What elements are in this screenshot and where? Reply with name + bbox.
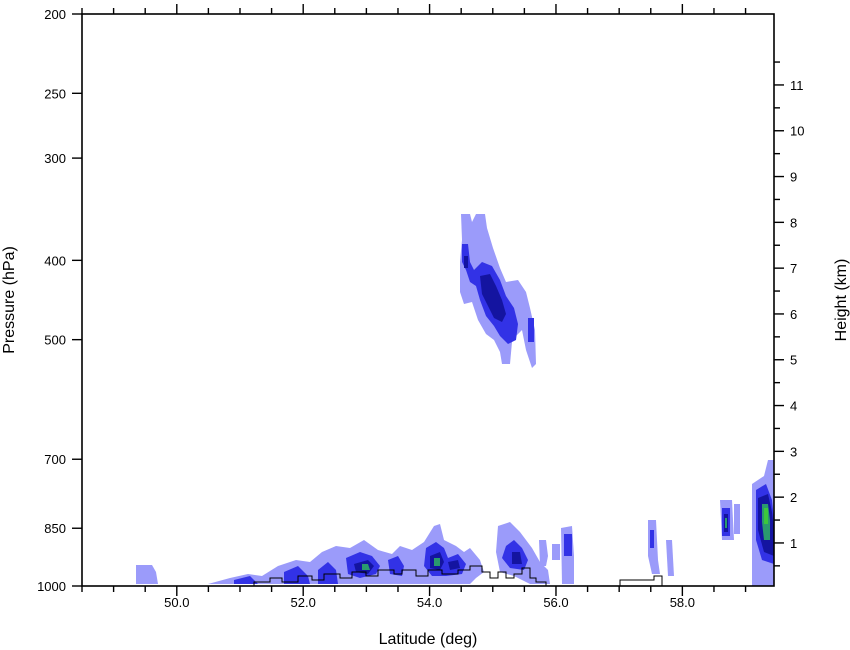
far-east-peak: [764, 508, 768, 524]
x-tick-label: 50.0: [164, 595, 189, 610]
upper-cloud-core-b: [464, 256, 468, 268]
y-axis-right-title: Height (km): [833, 259, 850, 342]
low-cloud-east-2: [539, 540, 548, 566]
y-right-tick-label: 6: [790, 307, 797, 322]
x-tick-label: 52.0: [291, 595, 316, 610]
y-right-tick-label: 11: [790, 78, 804, 93]
contour-level-3: [354, 256, 774, 574]
contour-level-5: [764, 508, 768, 524]
y-left-tick-label: 400: [44, 253, 66, 268]
low-cloud-far-east-2: [734, 504, 740, 534]
y-right-tick-label: 9: [790, 170, 797, 185]
low-cloud-east-6: [666, 540, 674, 576]
cloud-contours: [136, 214, 774, 586]
east-level-2c: [650, 530, 654, 548]
y-axis-left-ticks: 1000 850 700 500 400 300 250 200: [37, 7, 82, 594]
contour-level-1: [136, 214, 774, 586]
x-tick-label: 54.0: [417, 595, 442, 610]
y-left-tick-label: 1000: [37, 579, 66, 594]
far-east-green-b: [725, 518, 727, 528]
low-cloud-west: [136, 565, 158, 584]
plot-frame: [81, 13, 775, 587]
y-left-tick-label: 200: [44, 7, 66, 22]
y-left-tick-label: 850: [44, 521, 66, 536]
east-level-2b: [564, 534, 572, 556]
x-tick-label: 56.0: [543, 595, 568, 610]
low-green-b: [434, 558, 440, 566]
y-left-tick-label: 700: [44, 452, 66, 467]
y-right-tick-label: 2: [790, 490, 797, 505]
y-left-tick-label: 500: [44, 333, 66, 348]
x-axis-title: Latitude (deg): [379, 631, 478, 648]
x-tick-label: 58.0: [670, 595, 695, 610]
y-right-tick-label: 3: [790, 444, 797, 459]
y-left-tick-label: 250: [44, 86, 66, 101]
x-axis-ticks: 50.0 52.0 54.0 56.0 58.0: [81, 4, 747, 610]
y-left-tick-label: 300: [44, 151, 66, 166]
y-right-tick-label: 10: [790, 124, 804, 139]
low-cloud-east-3: [552, 544, 560, 560]
y-right-tick-label: 5: [790, 353, 797, 368]
y-right-tick-label: 1: [790, 536, 797, 551]
upper-cloud-level-2b: [528, 318, 534, 342]
y-right-tick-label: 4: [790, 399, 797, 414]
y-right-tick-label: 7: [790, 261, 797, 276]
y-axis-right-ticks: 1 2 3 4 5 6 7 8 9 10 11: [774, 61, 804, 567]
pressure-latitude-cross-section: 50.0 52.0 54.0 56.0 58.0 1000 850 700 500 400 300…: [1, 4, 850, 648]
y-right-tick-label: 8: [790, 215, 797, 230]
y-axis-left-title: Pressure (hPa): [1, 246, 18, 354]
